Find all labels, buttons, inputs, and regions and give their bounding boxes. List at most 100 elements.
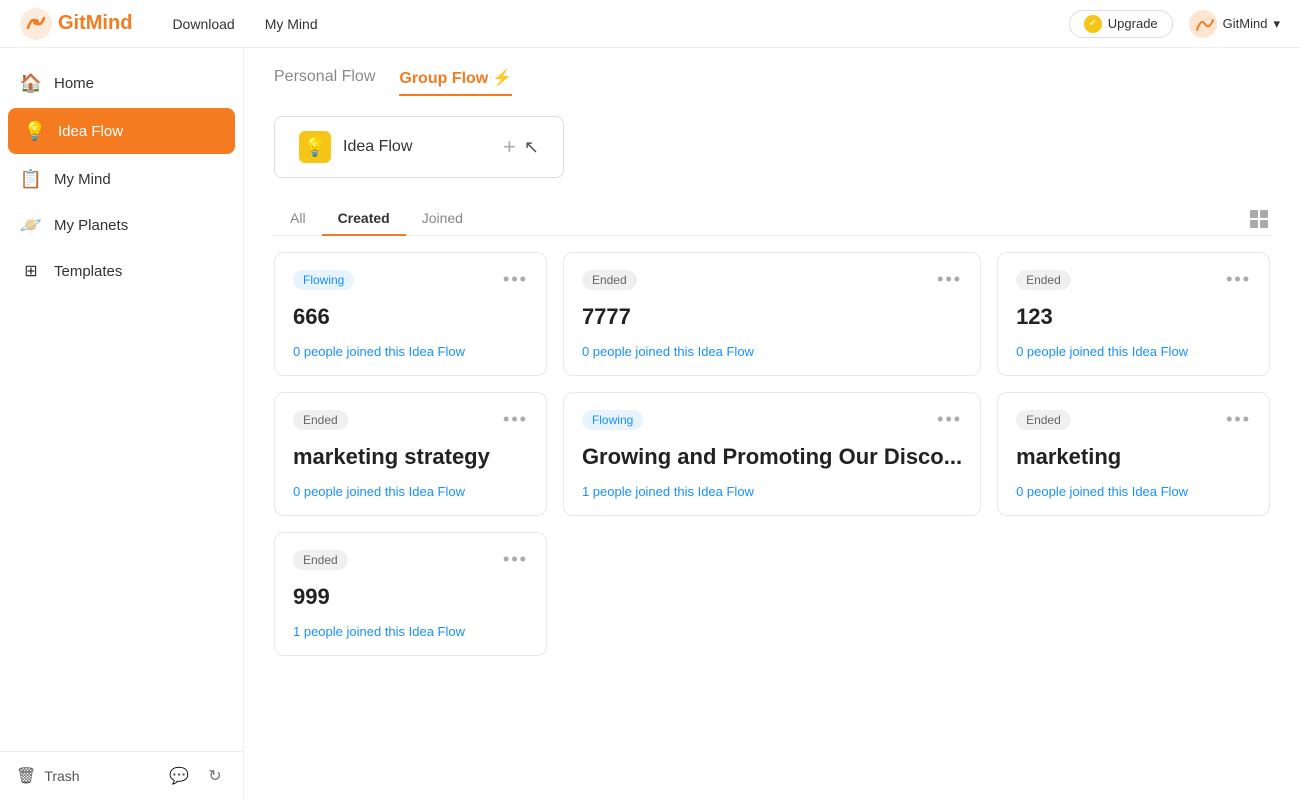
- user-dropdown-icon: ▾: [1273, 16, 1280, 32]
- refresh-icon[interactable]: ↻: [203, 764, 227, 788]
- user-avatar-icon: [1189, 10, 1217, 38]
- user-menu[interactable]: GitMind ▾: [1189, 10, 1280, 38]
- topnav-right: ✓ Upgrade GitMind ▾: [1069, 10, 1280, 38]
- sidebar-label-idea-flow: Idea Flow: [58, 123, 123, 140]
- card-header: Flowing •••: [293, 269, 528, 290]
- sidebar-nav: 🏠 Home 💡 Idea Flow 📋 My Mind 🪐 My Planet…: [0, 48, 243, 751]
- card-title: marketing: [1016, 444, 1251, 470]
- chat-icon[interactable]: 💬: [167, 764, 191, 788]
- flow-card-card-6[interactable]: Ended ••• marketing 0 people joined this…: [997, 392, 1270, 516]
- filter-tab-all[interactable]: All: [274, 202, 322, 236]
- logo[interactable]: GitMind: [20, 8, 132, 40]
- templates-icon: ⊞: [20, 260, 42, 282]
- card-header: Ended •••: [293, 549, 528, 570]
- sidebar-label-my-mind: My Mind: [54, 171, 111, 188]
- card-people: 1 people joined this Idea Flow: [582, 484, 962, 499]
- sidebar-label-home: Home: [54, 75, 94, 92]
- sidebar-bottom: 🗑 Trash 💬 ↻: [0, 751, 243, 800]
- sidebar-item-home[interactable]: 🏠 Home: [0, 60, 243, 106]
- card-header: Flowing •••: [582, 409, 962, 430]
- flow-card-card-3[interactable]: Ended ••• 123 0 people joined this Idea …: [997, 252, 1270, 376]
- sidebar: 🏠 Home 💡 Idea Flow 📋 My Mind 🪐 My Planet…: [0, 48, 244, 800]
- filter-tabs: All Created Joined: [274, 202, 1270, 236]
- grid-view-icon: [1248, 208, 1270, 230]
- flow-card-card-2[interactable]: Ended ••• 7777 0 people joined this Idea…: [563, 252, 981, 376]
- card-title: marketing strategy: [293, 444, 528, 470]
- create-card-label: Idea Flow: [343, 138, 491, 156]
- view-toggle-button[interactable]: [1248, 208, 1270, 230]
- flow-card-card-1[interactable]: Flowing ••• 666 0 people joined this Ide…: [274, 252, 547, 376]
- cursor-pointer-icon: ↖: [524, 137, 539, 158]
- filter-tab-joined[interactable]: Joined: [406, 202, 479, 236]
- flow-card-card-5[interactable]: Flowing ••• Growing and Promoting Our Di…: [563, 392, 981, 516]
- topnav-links: Download My Mind: [172, 16, 1068, 32]
- card-people: 1 people joined this Idea Flow: [293, 624, 528, 639]
- tab-group-flow[interactable]: Group Flow⚡: [399, 68, 512, 96]
- card-header: Ended •••: [293, 409, 528, 430]
- sidebar-item-idea-flow[interactable]: 💡 Idea Flow: [8, 108, 235, 154]
- sidebar-label-templates: Templates: [54, 263, 122, 280]
- card-menu-button[interactable]: •••: [937, 269, 962, 290]
- flow-card-card-7[interactable]: Ended ••• 999 1 people joined this Idea …: [274, 532, 547, 656]
- sidebar-item-my-planets[interactable]: 🪐 My Planets: [0, 202, 243, 248]
- my-planets-icon: 🪐: [20, 214, 42, 236]
- trash-icon: 🗑: [16, 766, 36, 786]
- main-content: Personal Flow Group Flow⚡ 💡 Idea Flow + …: [244, 48, 1300, 800]
- filter-joined-label: Joined: [422, 210, 463, 226]
- card-people: 0 people joined this Idea Flow: [293, 484, 528, 499]
- upgrade-button[interactable]: ✓ Upgrade: [1069, 10, 1173, 38]
- upgrade-icon: ✓: [1084, 15, 1102, 33]
- group-flow-emoji: ⚡: [492, 70, 512, 87]
- tab-personal-flow[interactable]: Personal Flow: [274, 68, 375, 96]
- user-label: GitMind: [1223, 16, 1268, 31]
- card-people: 0 people joined this Idea Flow: [293, 344, 528, 359]
- sidebar-bottom-icons: 💬 ↻: [167, 764, 227, 788]
- status-badge: Ended: [293, 550, 348, 570]
- flow-card-card-4[interactable]: Ended ••• marketing strategy 0 people jo…: [274, 392, 547, 516]
- status-badge: Flowing: [582, 410, 643, 430]
- card-header: Ended •••: [1016, 409, 1251, 430]
- status-badge: Ended: [1016, 270, 1071, 290]
- topnav: GitMind Download My Mind ✓ Upgrade GitMi…: [0, 0, 1300, 48]
- sidebar-item-templates[interactable]: ⊞ Templates: [0, 248, 243, 294]
- status-badge: Flowing: [293, 270, 354, 290]
- create-card-plus: +: [503, 134, 516, 160]
- trash-button[interactable]: 🗑 Trash: [16, 766, 151, 786]
- filter-created-label: Created: [338, 210, 390, 226]
- card-people: 0 people joined this Idea Flow: [1016, 344, 1251, 359]
- personal-flow-label: Personal Flow: [274, 68, 375, 85]
- group-flow-label: Group Flow: [399, 70, 488, 87]
- filter-all-label: All: [290, 210, 306, 226]
- card-menu-button[interactable]: •••: [937, 409, 962, 430]
- status-badge: Ended: [293, 410, 348, 430]
- create-idea-flow-card[interactable]: 💡 Idea Flow + ↖: [274, 116, 564, 178]
- filter-tab-created[interactable]: Created: [322, 202, 406, 236]
- logo-text: GitMind: [58, 12, 132, 35]
- trash-label: Trash: [44, 768, 79, 784]
- layout: 🏠 Home 💡 Idea Flow 📋 My Mind 🪐 My Planet…: [0, 48, 1300, 800]
- upgrade-label: Upgrade: [1108, 16, 1158, 31]
- card-menu-button[interactable]: •••: [1226, 269, 1251, 290]
- card-title: 7777: [582, 304, 962, 330]
- card-people: 0 people joined this Idea Flow: [1016, 484, 1251, 499]
- home-icon: 🏠: [20, 72, 42, 94]
- cards-grid: Flowing ••• 666 0 people joined this Ide…: [274, 252, 1270, 656]
- nav-my-mind[interactable]: My Mind: [265, 16, 318, 32]
- card-header: Ended •••: [1016, 269, 1251, 290]
- card-menu-button[interactable]: •••: [503, 549, 528, 570]
- card-menu-button[interactable]: •••: [1226, 409, 1251, 430]
- card-menu-button[interactable]: •••: [503, 269, 528, 290]
- status-badge: Ended: [1016, 410, 1071, 430]
- card-title: 999: [293, 584, 528, 610]
- my-mind-icon: 📋: [20, 168, 42, 190]
- card-title: 123: [1016, 304, 1251, 330]
- create-card-icon: 💡: [299, 131, 331, 163]
- nav-download[interactable]: Download: [172, 16, 234, 32]
- card-menu-button[interactable]: •••: [503, 409, 528, 430]
- logo-icon: [20, 8, 52, 40]
- status-badge: Ended: [582, 270, 637, 290]
- sidebar-item-my-mind[interactable]: 📋 My Mind: [0, 156, 243, 202]
- idea-flow-icon: 💡: [24, 120, 46, 142]
- sidebar-label-my-planets: My Planets: [54, 217, 128, 234]
- card-header: Ended •••: [582, 269, 962, 290]
